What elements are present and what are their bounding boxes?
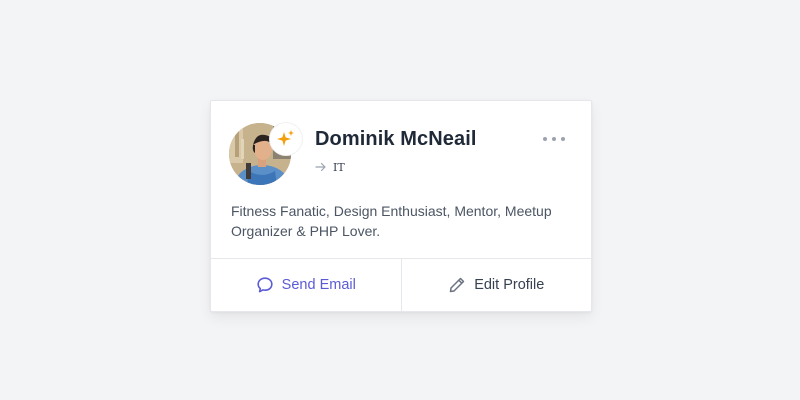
sparkles-icon <box>277 130 294 146</box>
edit-profile-label: Edit Profile <box>474 277 545 293</box>
card-actions: Send Email Edit Profile <box>211 258 591 311</box>
edit-profile-button[interactable]: Edit Profile <box>400 259 592 311</box>
more-options-button[interactable] <box>543 131 565 147</box>
profile-role-row: IT <box>315 159 345 174</box>
send-email-label: Send Email <box>281 277 356 293</box>
profile-name: Dominik McNeail <box>315 128 477 150</box>
sparkles-badge <box>270 123 302 155</box>
profile-header: Dominik McNeail IT <box>229 123 573 185</box>
profile-bio: Fitness Fanatic, Design Enthusiast, Ment… <box>231 203 552 239</box>
profile-card: Dominik McNeail IT Fitness Fanatic, Desi… <box>210 100 592 312</box>
avatar-container <box>229 123 302 185</box>
arrow-right-icon <box>315 162 326 171</box>
chat-bubble-icon <box>257 277 273 293</box>
pencil-icon <box>449 277 465 293</box>
more-horizontal-icon <box>543 137 547 141</box>
profile-role: IT <box>333 161 345 174</box>
send-email-button[interactable]: Send Email <box>211 259 401 311</box>
